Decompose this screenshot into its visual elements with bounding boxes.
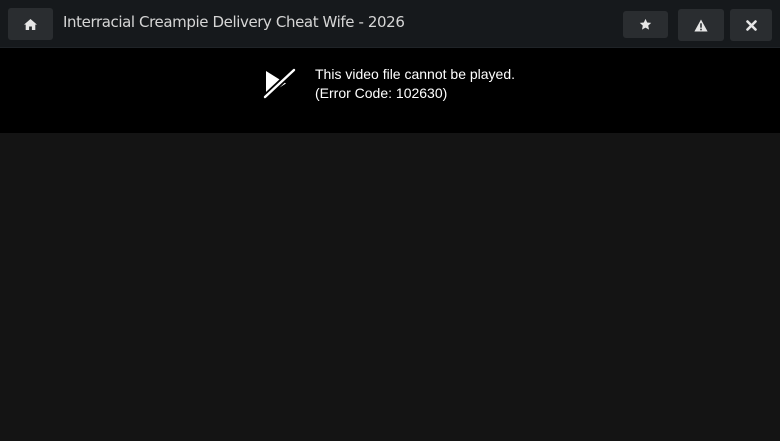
home-button[interactable] (8, 8, 53, 40)
top-bar: Interracial Creampie Delivery Cheat Wife… (0, 0, 780, 48)
video-player[interactable]: This video file cannot be played. (Error… (0, 48, 780, 133)
star-icon (639, 18, 652, 31)
home-icon (24, 18, 37, 30)
error-message: This video file cannot be played. (Error… (315, 65, 515, 103)
error-code-text: (Error Code: 102630) (315, 85, 448, 101)
favorite-button[interactable] (623, 11, 668, 38)
error-message-text: This video file cannot be played. (315, 66, 516, 82)
video-slash-icon (262, 67, 297, 105)
close-icon (745, 19, 757, 31)
close-button[interactable] (730, 9, 772, 41)
report-button[interactable] (678, 9, 724, 41)
page-title: Interracial Creampie Delivery Cheat Wife… (63, 13, 405, 31)
warning-icon (694, 19, 708, 32)
